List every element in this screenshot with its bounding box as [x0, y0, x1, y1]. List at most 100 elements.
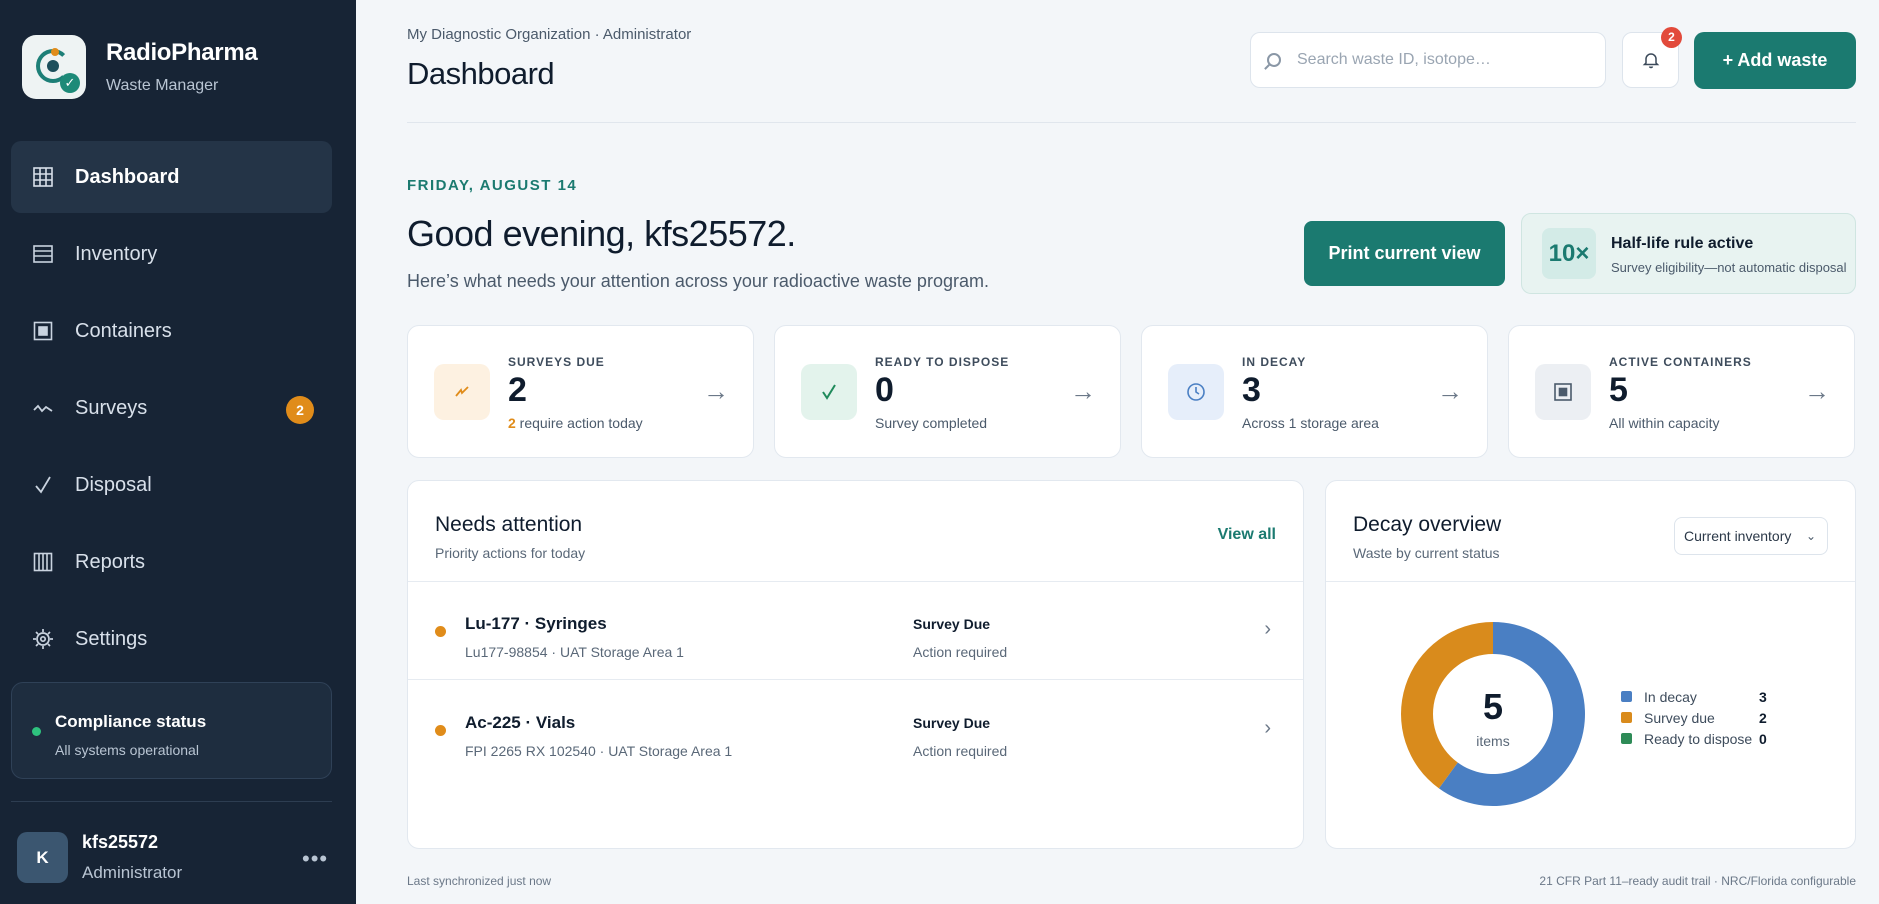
row-status: Survey Due	[913, 616, 991, 632]
chevron-right-icon: ›	[1264, 717, 1271, 739]
donut-total: 5	[1482, 686, 1504, 727]
legend-item: In decay 3	[1621, 686, 1767, 707]
sidebar-item-label: Disposal	[75, 473, 152, 496]
header-divider	[407, 122, 1856, 123]
panel-title: Decay overview	[1353, 513, 1502, 536]
print-current-view-button[interactable]: Print current view	[1304, 221, 1505, 286]
stat-sub-text: require action today	[515, 415, 643, 431]
sidebar-item-surveys[interactable]: Surveys 2	[11, 372, 332, 444]
status-dot-icon	[435, 626, 446, 637]
arrow-right-icon: →	[1804, 376, 1830, 406]
sidebar: ✓ RadioPharma Waste Manager Dashboard In…	[0, 0, 356, 904]
half-life-subtitle: Survey eligibility—not automatic disposa…	[1611, 260, 1847, 275]
legend-label: Survey due	[1644, 709, 1715, 726]
greeting-subtitle: Here’s what needs your attention across …	[407, 271, 989, 291]
search-icon	[1267, 53, 1281, 67]
stat-value: 5	[1609, 371, 1628, 409]
panel-subtitle: Priority actions for today	[435, 545, 586, 561]
stat-sub-count: 2	[508, 415, 516, 431]
sidebar-item-disposal[interactable]: Disposal	[11, 449, 332, 521]
gear-icon	[31, 627, 55, 651]
attention-row[interactable]: Ac-225 · Vials FPI 2265 RX 102540 · UAT …	[408, 681, 1303, 779]
notifications-count-badge: 2	[1661, 27, 1682, 48]
row-divider	[408, 679, 1303, 680]
row-title: Ac-225 · Vials	[465, 713, 576, 732]
container-icon	[31, 319, 55, 343]
check-icon	[31, 473, 55, 497]
legend-value: 0	[1759, 730, 1767, 747]
row-action: Action required	[913, 644, 1008, 660]
stat-label: READY TO DISPOSE	[875, 355, 1010, 369]
sidebar-item-label: Reports	[75, 550, 146, 573]
more-options-icon[interactable]: •••	[302, 846, 328, 872]
attention-row[interactable]: Lu-177 · Syringes Lu177-98854 · UAT Stor…	[408, 582, 1303, 680]
add-waste-button[interactable]: + Add waste	[1694, 32, 1856, 89]
sidebar-item-reports[interactable]: Reports	[11, 526, 332, 598]
list-icon	[31, 242, 55, 266]
view-all-link[interactable]: View all	[1218, 526, 1276, 544]
stat-subtitle: Survey completed	[875, 415, 988, 431]
check-icon	[801, 364, 857, 420]
chevron-right-icon: ›	[1264, 618, 1271, 640]
panel-subtitle: Waste by current status	[1353, 545, 1500, 561]
stat-subtitle: 2 require action today	[508, 415, 643, 431]
container-icon	[1535, 364, 1591, 420]
legend-label: In decay	[1644, 688, 1697, 705]
donut-unit: items	[1476, 733, 1510, 749]
avatar: K	[17, 832, 68, 883]
chart-legend: In decay 3 Survey due 2 Ready to dispose 0	[1621, 686, 1767, 749]
status-dot-icon	[435, 725, 446, 736]
sync-status: Last synchronized just now	[407, 874, 552, 888]
compliance-status-card: Compliance status All systems operationa…	[11, 682, 332, 779]
sidebar-nav: Dashboard Inventory Containers Surveys 2	[11, 141, 332, 680]
legend-item: Ready to dispose 0	[1621, 728, 1767, 749]
row-status: Survey Due	[913, 715, 991, 731]
bell-icon	[1642, 53, 1659, 69]
app-logo: ✓	[22, 35, 86, 99]
sidebar-item-containers[interactable]: Containers	[11, 295, 332, 367]
arrow-right-icon: →	[1437, 376, 1463, 406]
inventory-filter-select[interactable]: Current inventory ⌄	[1674, 517, 1828, 555]
user-profile[interactable]: K kfs25572 Administrator	[17, 832, 182, 883]
legend-value: 2	[1759, 709, 1767, 726]
columns-icon	[31, 550, 55, 574]
status-dot-icon	[32, 727, 41, 736]
sidebar-item-dashboard[interactable]: Dashboard	[11, 141, 332, 213]
sidebar-item-label: Surveys	[75, 396, 148, 419]
decay-overview-panel: Decay overview Waste by current status C…	[1325, 480, 1856, 849]
stat-label: SURVEYS DUE	[508, 355, 605, 369]
page-title: Dashboard	[407, 56, 555, 91]
arrow-right-icon: →	[703, 376, 729, 406]
compliance-subtitle: All systems operational	[55, 742, 199, 758]
legend-swatch	[1621, 691, 1632, 702]
sidebar-item-label: Settings	[75, 627, 148, 650]
row-title: Lu-177 · Syringes	[465, 614, 607, 633]
sidebar-item-settings[interactable]: Settings	[11, 603, 332, 675]
sidebar-divider	[11, 801, 332, 802]
arrow-right-icon: →	[1070, 376, 1096, 406]
sidebar-item-inventory[interactable]: Inventory	[11, 218, 332, 290]
surveys-count-badge: 2	[286, 396, 314, 424]
select-value: Current inventory	[1684, 528, 1792, 544]
panel-title: Needs attention	[435, 513, 583, 536]
needs-attention-panel: Needs attention Priority actions for tod…	[407, 480, 1304, 849]
stat-card-ready-to-dispose[interactable]: READY TO DISPOSE 0 Survey completed →	[774, 325, 1121, 458]
stat-value: 2	[508, 371, 527, 409]
stat-card-surveys-due[interactable]: SURVEYS DUE 2 2 require action today →	[407, 325, 754, 458]
stat-card-active-containers[interactable]: ACTIVE CONTAINERS 5 All within capacity …	[1508, 325, 1855, 458]
user-role: Administrator	[82, 863, 183, 882]
ten-x-icon: 10×	[1542, 228, 1596, 279]
user-name: kfs25572	[82, 832, 159, 852]
sidebar-item-label: Inventory	[75, 242, 158, 265]
row-subtitle: FPI 2265 RX 102540 · UAT Storage Area 1	[465, 743, 733, 759]
legend-item: Survey due 2	[1621, 707, 1767, 728]
search-input[interactable]	[1297, 51, 1597, 69]
row-action: Action required	[913, 743, 1008, 759]
current-date: FRIDAY, AUGUST 14	[407, 177, 578, 194]
brand[interactable]: ✓ RadioPharma Waste Manager	[22, 35, 258, 99]
panel-divider	[1326, 581, 1855, 582]
stat-value: 0	[875, 371, 894, 409]
stat-value: 3	[1242, 371, 1261, 409]
stat-card-in-decay[interactable]: IN DECAY 3 Across 1 storage area →	[1141, 325, 1488, 458]
search-box[interactable]	[1250, 32, 1606, 88]
